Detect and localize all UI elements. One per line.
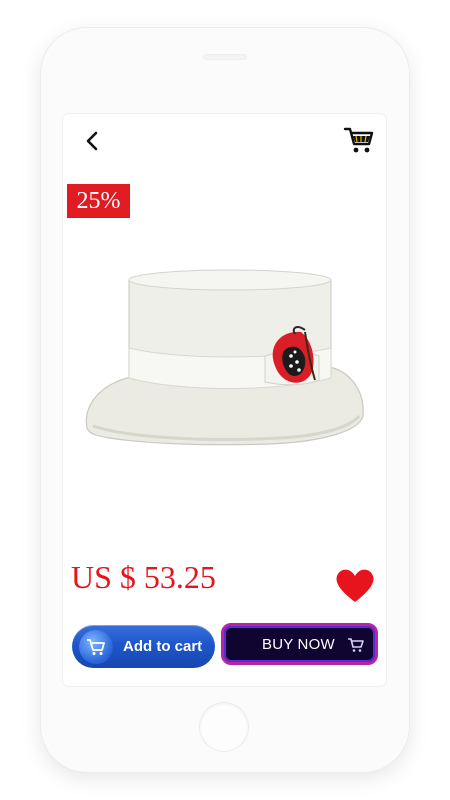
product-price: US $ 53.25 — [71, 559, 216, 595]
phone-home-button — [200, 703, 248, 751]
add-to-cart-label: Add to cart — [123, 638, 203, 655]
buy-now-button[interactable]: BUY NOW — [221, 623, 378, 665]
add-to-cart-button[interactable]: Add to cart — [72, 625, 215, 668]
cart-icon — [348, 638, 364, 652]
chevron-left-icon — [86, 131, 98, 151]
buy-now-label: BUY NOW — [262, 635, 335, 653]
phone-earpiece — [203, 54, 247, 60]
back-button[interactable] — [79, 128, 105, 154]
discount-badge: 25% — [67, 184, 130, 218]
heart-icon[interactable] — [335, 568, 375, 604]
hat-image — [69, 248, 381, 484]
shopping-cart-icon[interactable] — [343, 124, 375, 156]
cart-icon — [79, 629, 113, 664]
